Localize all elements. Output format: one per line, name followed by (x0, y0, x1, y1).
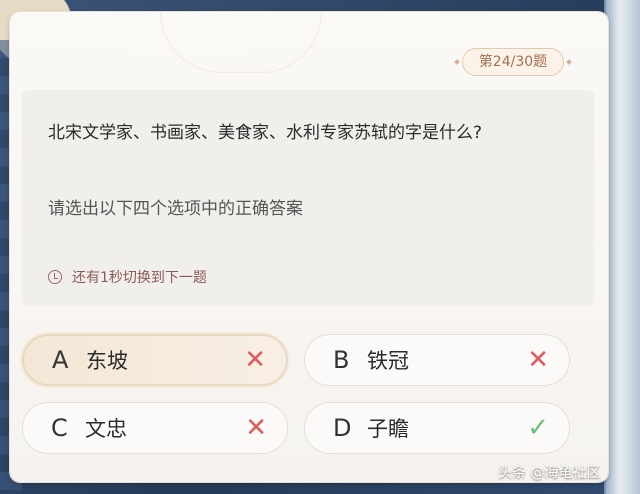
check-icon: ✓ (527, 413, 549, 443)
countdown-text: 还有1秒切换到下一题 (72, 270, 207, 286)
question-counter: 第24/30题 (462, 48, 564, 76)
card-ornament (160, 12, 322, 73)
option-letter: C (51, 414, 68, 442)
wrong-x-icon: ✕ (244, 345, 266, 375)
wrong-x-icon: ✕ (527, 345, 549, 375)
option-letter: B (333, 346, 350, 374)
option-letter: D (333, 414, 352, 442)
watermark: 头条 @海龟社区 (498, 465, 601, 481)
option-c-button[interactable]: C 文忠 ✕ (22, 402, 288, 454)
option-a-button[interactable]: A 东坡 ✕ (22, 334, 288, 386)
option-d-button[interactable]: D 子瞻 ✓ (304, 402, 570, 454)
question-text: 北宋文学家、书画家、美食家、水利专家苏轼的字是什么? (48, 123, 483, 143)
clock-icon (48, 270, 62, 284)
countdown-timer: 还有1秒切换到下一题 (48, 266, 207, 288)
option-letter: A (52, 346, 69, 374)
option-text: 东坡 (86, 349, 128, 373)
option-text: 子瞻 (367, 417, 409, 441)
option-text: 文忠 (85, 417, 127, 441)
card-frame-edge (604, 0, 640, 494)
instruction-text: 请选出以下四个选项中的正确答案 (48, 199, 303, 219)
wrong-x-icon: ✕ (245, 413, 267, 443)
option-text: 铁冠 (367, 349, 409, 373)
option-b-button[interactable]: B 铁冠 ✕ (304, 334, 570, 386)
